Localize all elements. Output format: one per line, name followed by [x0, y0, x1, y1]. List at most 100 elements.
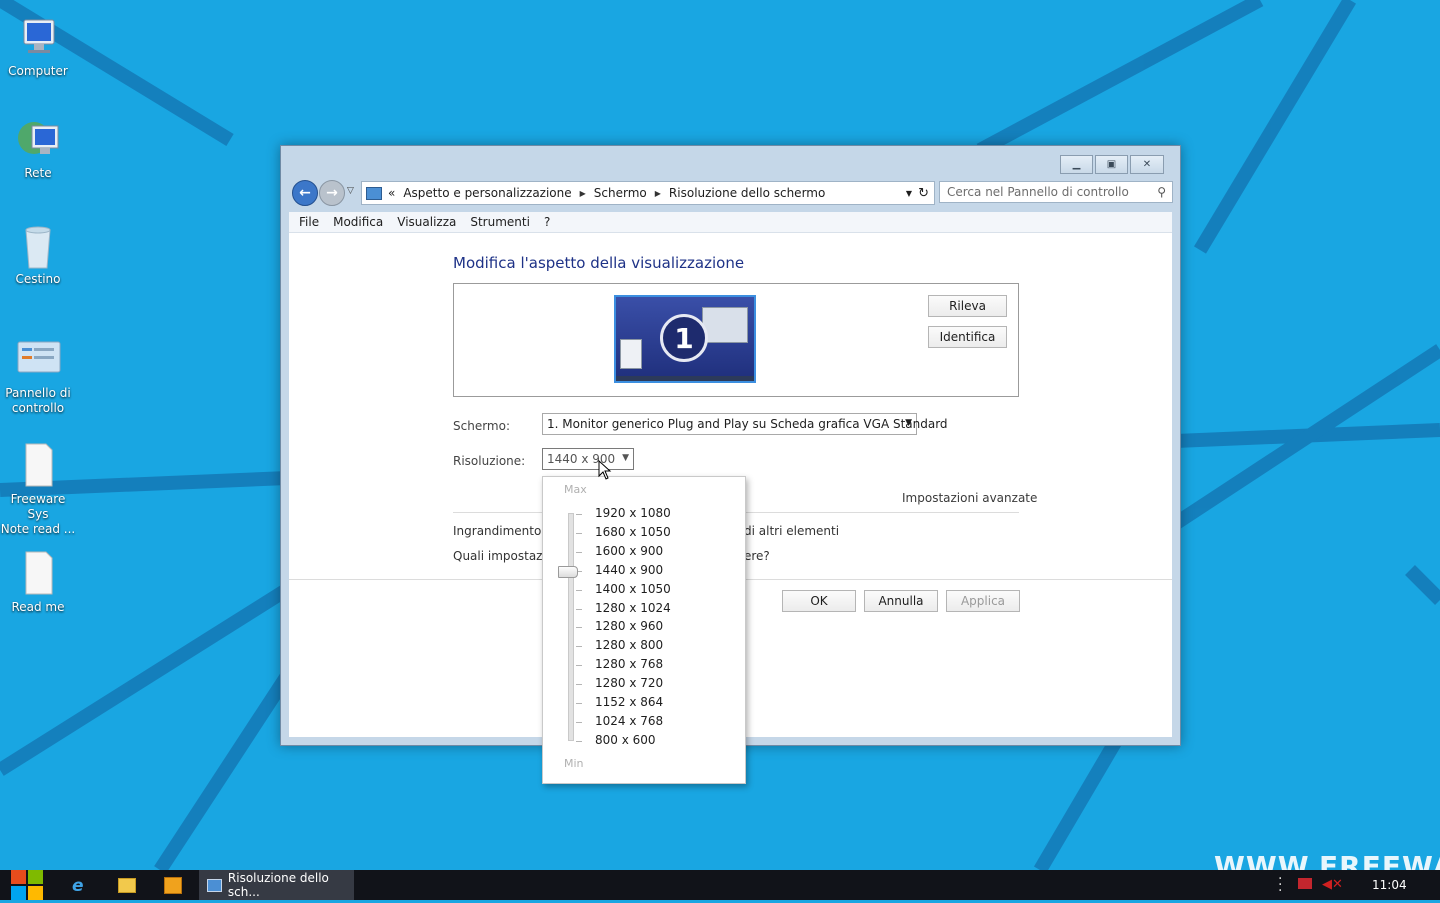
page-title: Modifica l'aspetto della visualizzazione [453, 254, 745, 272]
slider-tick [576, 665, 582, 667]
menu-strumenti[interactable]: Strumenti [470, 215, 530, 229]
refresh-icon[interactable]: ↻ [918, 186, 929, 201]
search-placeholder: Cerca nel Pannello di controllo [947, 185, 1129, 199]
taskbar-window-label: Risoluzione dello sch... [227, 871, 329, 899]
window-thumbnail-icon [702, 307, 748, 343]
document-icon [14, 442, 62, 490]
identify-button[interactable]: Identifica [928, 326, 1007, 348]
address-bar[interactable]: « Aspetto e personalizzazione ▶ Schermo … [361, 181, 935, 205]
breadcrumb-overflow[interactable]: « [388, 186, 395, 200]
media-player-icon[interactable] [164, 877, 182, 894]
resolution-option[interactable]: 1280 x 720 [595, 676, 663, 690]
taskbar-window-button[interactable]: Risoluzione dello sch... [199, 870, 354, 900]
desktop-icon-control-panel[interactable]: Pannello di controllo [0, 336, 76, 416]
desktop-icon-label: Freeware Sys [10, 492, 66, 521]
resolution-option[interactable]: 1600 x 900 [595, 544, 663, 558]
slider-tick [576, 646, 582, 648]
forward-arrow-icon: → [326, 185, 338, 201]
back-button[interactable]: ← [292, 180, 318, 206]
resolution-option[interactable]: 1280 x 768 [595, 657, 663, 671]
desktop-icon-recycle-bin[interactable]: Cestino [0, 222, 76, 287]
control-panel-icon [14, 336, 62, 384]
resolution-option[interactable]: 1280 x 960 [595, 619, 663, 633]
menu-visualizza[interactable]: Visualizza [397, 215, 456, 229]
detect-button[interactable]: Rileva [928, 295, 1007, 317]
desktop-icon-label: Rete [24, 166, 52, 180]
mouse-cursor-icon [598, 460, 612, 480]
desktop-icon-label: Note read ... [0, 522, 76, 536]
slider-tick [576, 551, 582, 553]
display-label: Schermo: [453, 419, 510, 433]
address-dropdown-icon[interactable]: ▼ [906, 189, 912, 198]
dropdown-min-label: Min [564, 757, 584, 770]
monitor-1-preview[interactable]: 1 [614, 295, 756, 383]
slider-tick [576, 608, 582, 610]
resolution-option[interactable]: 800 x 600 [595, 733, 656, 747]
ok-button[interactable]: OK [782, 590, 856, 612]
display-select[interactable]: 1. Monitor generico Plug and Play su Sch… [542, 413, 948, 435]
desktop-icon-computer[interactable]: Computer [0, 14, 76, 79]
recycle-bin-icon [14, 222, 62, 270]
resolution-label: Risoluzione: [453, 454, 526, 468]
desktop-icon-network[interactable]: Rete [0, 116, 76, 181]
minimize-button[interactable]: ▁ [1060, 155, 1093, 174]
file-explorer-icon[interactable] [118, 878, 136, 893]
watermark: WWW.FREEWARESY [1214, 850, 1440, 870]
action-center-icon[interactable] [1298, 878, 1312, 889]
taskbar: e Risoluzione dello sch... · · · ◀✕ 11:04 [0, 870, 1440, 900]
menu-modifica[interactable]: Modifica [333, 215, 383, 229]
windows-logo-icon [11, 870, 43, 900]
clock[interactable]: 11:04 [1372, 878, 1407, 892]
search-icon[interactable]: ⚲ [1157, 185, 1166, 199]
search-input[interactable]: Cerca nel Pannello di controllo ⚲ [939, 181, 1173, 203]
taskbar-thumbnail [616, 376, 754, 381]
resolution-dropdown: Max 1920 x 1080 1680 x 1050 1600 x 900 1440… [542, 476, 746, 784]
forward-button[interactable]: → [319, 180, 345, 206]
breadcrumb-aspetto[interactable]: Aspetto e personalizzazione [403, 186, 571, 200]
slider-tick [576, 514, 582, 515]
resolution-slider-track[interactable] [568, 513, 574, 741]
desktop-icon-label: Pannello di [5, 386, 71, 400]
chevron-down-icon: ▼ [905, 418, 912, 428]
resolution-option[interactable]: 1280 x 1024 [595, 601, 671, 615]
resolution-option[interactable]: 1280 x 800 [595, 638, 663, 652]
desktop-icon-freeware-note[interactable]: Freeware Sys Note read ... [0, 442, 76, 537]
text-size-link-end[interactable]: di altri elementi [744, 524, 839, 538]
start-button[interactable] [10, 870, 44, 900]
breadcrumb-risoluzione[interactable]: Risoluzione dello schermo [669, 186, 825, 200]
resolution-option[interactable]: 1152 x 864 [595, 695, 663, 709]
resolution-option[interactable]: 1920 x 1080 [595, 506, 671, 520]
resolution-slider-thumb[interactable] [558, 565, 578, 578]
control-panel-small-icon [366, 186, 382, 200]
apply-button[interactable]: Applica [946, 590, 1020, 612]
display-select-value: 1. Monitor generico Plug and Play su Sch… [547, 417, 948, 431]
recent-pages-dropdown[interactable]: ▽ [347, 186, 354, 196]
desktop-icon-label: Read me [11, 600, 65, 614]
breadcrumb-separator-icon[interactable]: ▶ [580, 189, 586, 198]
breadcrumb-schermo[interactable]: Schermo [594, 186, 647, 200]
close-button[interactable]: ✕ [1130, 155, 1164, 174]
resolution-option[interactable]: 1400 x 1050 [595, 582, 671, 596]
settings-help-link-end[interactable]: ere? [744, 549, 770, 563]
volume-muted-icon[interactable]: ◀✕ [1322, 877, 1343, 892]
breadcrumb-separator-icon[interactable]: ▶ [655, 189, 661, 198]
advanced-settings-link[interactable]: Impostazioni avanzate [902, 491, 1037, 505]
resolution-option[interactable]: 1440 x 900 [595, 563, 663, 577]
text-size-link-start[interactable]: Ingrandimento o [453, 524, 553, 538]
desktop-icon-read-me[interactable]: Read me [0, 550, 76, 615]
menu-help[interactable]: ? [544, 215, 550, 229]
settings-help-link-start[interactable]: Quali impostazio [453, 549, 553, 563]
navigation-bar: ← → ▽ « Aspetto e personalizzazione ▶ Sc… [289, 178, 1173, 208]
monitor-small-icon [207, 878, 222, 892]
slider-tick [576, 589, 582, 591]
desktop-icon-label: controllo [11, 401, 65, 415]
tray-overflow-icon[interactable]: · · · [1278, 872, 1282, 898]
cancel-button[interactable]: Annulla [864, 590, 938, 612]
resolution-option[interactable]: 1024 x 768 [595, 714, 663, 728]
resolution-select[interactable]: 1440 x 900 ▼ [542, 448, 634, 470]
internet-explorer-icon[interactable]: e [72, 876, 90, 896]
maximize-button[interactable]: ▣ [1095, 155, 1128, 174]
resolution-option[interactable]: 1680 x 1050 [595, 525, 671, 539]
menu-file[interactable]: File [299, 215, 319, 229]
slider-tick [576, 740, 582, 742]
